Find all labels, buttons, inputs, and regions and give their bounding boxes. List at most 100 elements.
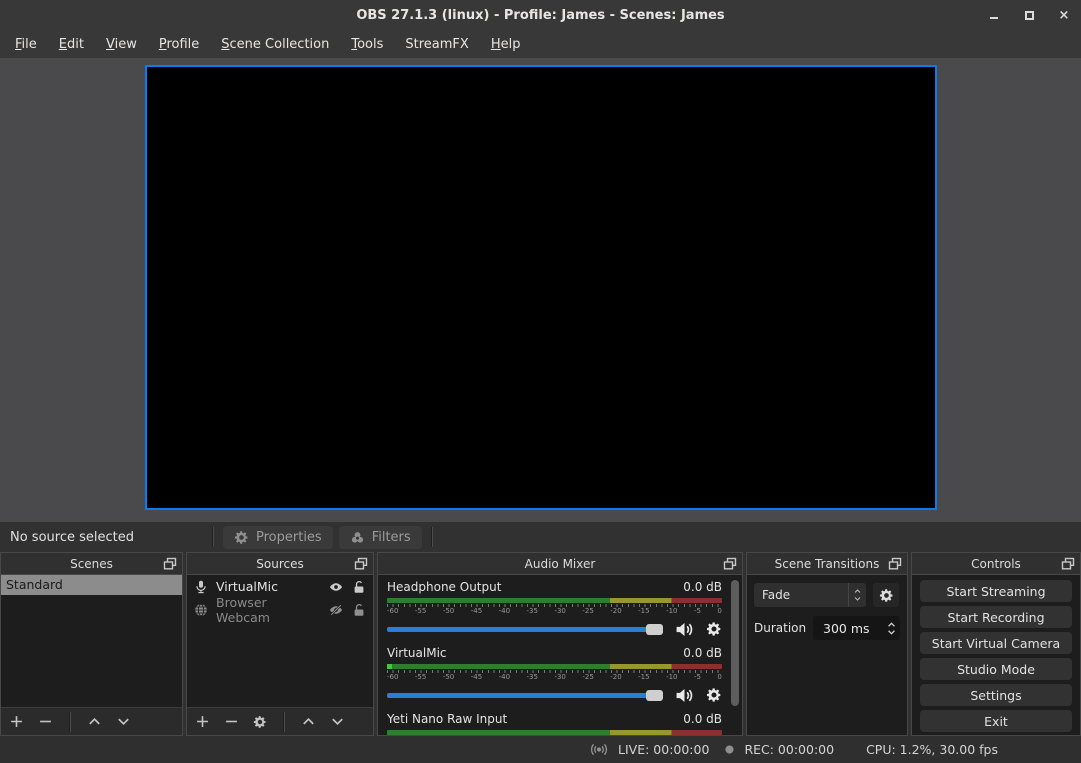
controls-header[interactable]: Controls xyxy=(912,553,1080,575)
slider-handle[interactable] xyxy=(646,624,663,635)
plus-icon[interactable] xyxy=(195,714,210,729)
audio-mixer-title: Audio Mixer xyxy=(525,557,596,571)
obs-window: OBS 27.1.3 (linux) - Profile: James - Sc… xyxy=(0,0,1081,763)
scene-transitions-panel: Scene Transitions Fade xyxy=(746,552,908,736)
popout-icon[interactable] xyxy=(723,557,737,570)
maximize-icon[interactable] xyxy=(1022,8,1036,22)
dock-row: Scenes Standard Sources xyxy=(0,552,1081,736)
broadcast-icon xyxy=(588,742,610,757)
duration-spinbox[interactable]: 300 ms xyxy=(813,616,900,640)
exit-button[interactable]: Exit xyxy=(920,710,1072,732)
menu-edit[interactable]: Edit xyxy=(48,33,95,56)
start-recording-button[interactable]: Start Recording xyxy=(920,606,1072,628)
settings-button[interactable]: Settings xyxy=(920,684,1072,706)
controls-panel: Controls Start Streaming Start Recording… xyxy=(911,552,1081,736)
title-bar[interactable]: OBS 27.1.3 (linux) - Profile: James - Sc… xyxy=(0,0,1081,30)
gear-icon[interactable] xyxy=(706,621,722,637)
duration-label: Duration xyxy=(754,621,806,635)
popout-icon[interactable] xyxy=(888,557,902,570)
menu-help[interactable]: Help xyxy=(480,33,532,56)
sources-list: VirtualMic Browser Webcam xyxy=(187,575,373,707)
slider-handle[interactable] xyxy=(646,690,663,701)
tick-label: -30 xyxy=(554,607,565,616)
plus-icon[interactable] xyxy=(9,714,24,729)
popout-icon[interactable] xyxy=(1061,557,1075,570)
volume-slider[interactable] xyxy=(387,693,663,698)
tick-label: -15 xyxy=(638,673,649,682)
popout-icon[interactable] xyxy=(354,557,368,570)
source-name: VirtualMic xyxy=(216,579,320,594)
unlock-icon[interactable] xyxy=(352,603,366,617)
tick-label: -5 xyxy=(694,607,701,616)
tick-label: -5 xyxy=(694,673,701,682)
meter-tick-labels: -60-55-50-45-40-35-30-25-20-15-10-50 xyxy=(387,673,722,682)
toolbar-separator xyxy=(212,527,214,547)
transition-properties-button[interactable] xyxy=(873,583,899,607)
preview-canvas[interactable] xyxy=(145,65,937,510)
globe-icon xyxy=(194,603,208,617)
volume-slider[interactable] xyxy=(387,627,663,632)
tick-label: -15 xyxy=(638,607,649,616)
tick-label: -40 xyxy=(499,673,510,682)
unlock-icon[interactable] xyxy=(352,580,366,594)
menu-tools[interactable]: Tools xyxy=(340,33,394,56)
channel-name: Headphone Output xyxy=(387,580,501,594)
speaker-icon[interactable] xyxy=(675,621,694,638)
minimize-icon[interactable] xyxy=(987,8,1001,22)
menu-profile[interactable]: Profile xyxy=(148,33,210,56)
duration-spinner[interactable] xyxy=(884,621,900,636)
menu-scene-collection[interactable]: Scene Collection xyxy=(210,33,340,56)
window-controls: × xyxy=(987,0,1071,30)
gear-icon[interactable] xyxy=(253,715,267,729)
cpu-fps-stats: CPU: 1.2%, 30.00 fps xyxy=(866,742,998,757)
bottom-section: No source selected Properties Filters Sc… xyxy=(0,522,1081,763)
chevron-down-icon[interactable] xyxy=(116,714,131,729)
channel-name: Yeti Nano Raw Input xyxy=(387,712,507,726)
chevron-down-icon[interactable] xyxy=(330,714,345,729)
scene-transitions-title: Scene Transitions xyxy=(775,557,880,571)
minus-icon[interactable] xyxy=(38,714,53,729)
scene-transitions-body: Fade Duration 300 ms xyxy=(747,575,907,735)
mixer-scrollbar[interactable] xyxy=(731,580,739,706)
start-virtual-camera-button[interactable]: Start Virtual Camera xyxy=(920,632,1072,654)
microphone-icon xyxy=(194,580,208,594)
transition-select[interactable]: Fade xyxy=(754,583,866,607)
gear-icon[interactable] xyxy=(706,687,722,703)
scenes-header[interactable]: Scenes xyxy=(1,553,182,575)
properties-button[interactable]: Properties xyxy=(223,526,333,549)
audio-mixer-header[interactable]: Audio Mixer xyxy=(378,553,742,575)
speaker-icon[interactable] xyxy=(675,687,694,704)
tick-label: -10 xyxy=(666,607,677,616)
studio-mode-button[interactable]: Studio Mode xyxy=(920,658,1072,680)
tick-label: -60 xyxy=(387,673,398,682)
tick-label: -25 xyxy=(582,607,593,616)
channel-name: VirtualMic xyxy=(387,646,447,660)
filters-button[interactable]: Filters xyxy=(339,526,422,549)
minus-icon[interactable] xyxy=(224,714,239,729)
eye-icon[interactable] xyxy=(328,580,344,594)
menu-view[interactable]: View xyxy=(95,33,148,56)
mixer-channel-virtualmic: VirtualMic 0.0 dB -60-55-50-45-40-35-30-… xyxy=(387,646,722,707)
menu-streamfx[interactable]: StreamFX xyxy=(394,33,479,56)
chevron-up-icon xyxy=(853,588,862,594)
tick-label: 0 xyxy=(717,673,721,682)
toolbar-separator xyxy=(283,712,285,732)
channel-volume-db: 0.0 dB xyxy=(683,646,722,660)
tick-label: -35 xyxy=(527,673,538,682)
chevron-up-icon[interactable] xyxy=(301,714,316,729)
close-icon[interactable]: × xyxy=(1057,8,1071,22)
scene-item-standard[interactable]: Standard xyxy=(1,575,182,595)
source-row-browser-webcam[interactable]: Browser Webcam xyxy=(187,598,373,621)
transition-selected-value: Fade xyxy=(754,588,848,602)
popout-icon[interactable] xyxy=(163,557,177,570)
chevron-up-icon[interactable] xyxy=(87,714,102,729)
start-streaming-button[interactable]: Start Streaming xyxy=(920,580,1072,602)
tick-label: -35 xyxy=(527,607,538,616)
scene-transitions-header[interactable]: Scene Transitions xyxy=(747,553,907,575)
audio-mixer-panel: Audio Mixer Headphone Output 0.0 dB -60 -… xyxy=(377,552,743,736)
sources-header[interactable]: Sources xyxy=(187,553,373,575)
menu-file[interactable]: File xyxy=(4,33,48,56)
combo-spinner[interactable] xyxy=(848,583,866,607)
eye-slash-icon[interactable] xyxy=(328,603,344,617)
audio-mixer-body: Headphone Output 0.0 dB -60-55-50-45-40-… xyxy=(378,575,742,735)
